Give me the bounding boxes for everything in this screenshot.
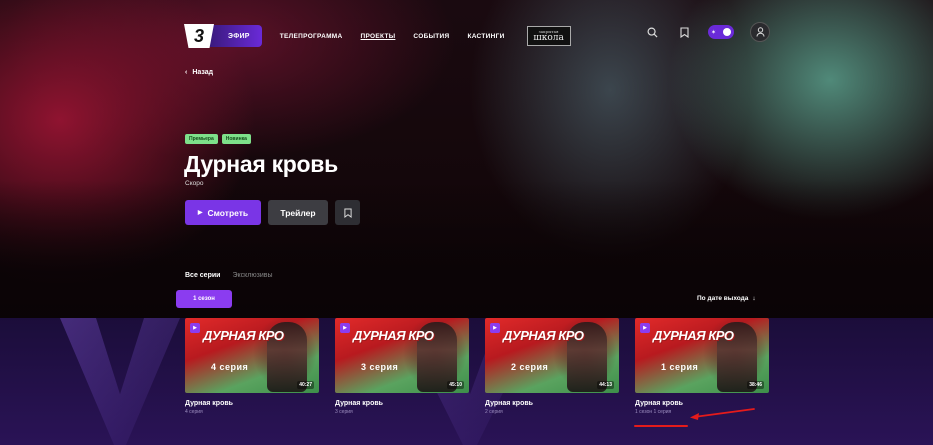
season-selector[interactable]: 1 сезон bbox=[176, 290, 232, 308]
episode-label: 3 серия bbox=[361, 362, 399, 372]
episode-label: 4 серия bbox=[211, 362, 249, 372]
episode-list: ▶ ДУРНАЯ КРО 4 серия 40:27 Дурная кровь … bbox=[185, 318, 769, 415]
episode-label: 2 серия bbox=[511, 362, 549, 372]
episode-title[interactable]: Дурная кровь bbox=[335, 400, 469, 407]
episode-card[interactable]: ▶ ДУРНАЯ КРО 4 серия 40:27 Дурная кровь … bbox=[185, 318, 319, 415]
episode-title[interactable]: Дурная кровь bbox=[185, 400, 319, 407]
show-logo: ДУРНАЯ КРО bbox=[353, 328, 434, 343]
bookmark-icon bbox=[343, 208, 352, 218]
episode-thumbnail[interactable]: ▶ ДУРНАЯ КРО 1 серия 38:46 bbox=[635, 318, 769, 393]
play-icon: ▶ bbox=[490, 323, 500, 333]
episode-thumbnail[interactable]: ▶ ДУРНАЯ КРО 3 серия 45:10 bbox=[335, 318, 469, 393]
annotation-arrow-icon bbox=[690, 408, 755, 420]
bookmark-icon[interactable] bbox=[674, 22, 694, 42]
episode-thumbnail[interactable]: ▶ ДУРНАЯ КРО 2 серия 44:13 bbox=[485, 318, 619, 393]
tab-exclusives[interactable]: Эксклюзивы bbox=[232, 272, 272, 279]
episode-label: 1 серия bbox=[661, 362, 699, 372]
play-icon: ▶ bbox=[197, 210, 203, 216]
play-icon: ▶ bbox=[340, 323, 350, 333]
watch-button[interactable]: ▶ Смотреть bbox=[185, 200, 261, 225]
episode-tabs: Все серии Эксклюзивы bbox=[185, 272, 273, 279]
nav-item-tv-guide[interactable]: ТЕЛЕПРОГРАММА bbox=[280, 33, 343, 40]
hero-actions: ▶ Смотреть Трейлер bbox=[185, 200, 360, 225]
episode-subtitle: 3 серия bbox=[335, 409, 353, 415]
nav-item-castings[interactable]: КАСТИНГИ bbox=[467, 33, 504, 40]
duration-badge: 44:13 bbox=[597, 381, 614, 389]
chevron-left-icon: ‹ bbox=[185, 69, 188, 76]
tag-list: Премьера Новинка bbox=[185, 134, 251, 144]
episode-card[interactable]: ▶ ДУРНАЯ КРО 2 серия 44:13 Дурная кровь … bbox=[485, 318, 619, 415]
profile-icon[interactable] bbox=[750, 22, 770, 42]
sort-dropdown[interactable]: По дате выхода ↓ bbox=[697, 295, 756, 302]
search-icon[interactable] bbox=[642, 22, 662, 42]
duration-badge: 45:10 bbox=[447, 381, 464, 389]
annotation-underline bbox=[634, 425, 688, 427]
episode-thumbnail[interactable]: ▶ ДУРНАЯ КРО 4 серия 40:27 bbox=[185, 318, 319, 393]
duration-badge: 40:27 bbox=[297, 381, 314, 389]
show-logo: ДУРНАЯ КРО bbox=[653, 328, 734, 343]
tab-all-episodes[interactable]: Все серии bbox=[185, 272, 220, 279]
tag-new: Новинка bbox=[221, 134, 251, 144]
show-logo: ДУРНАЯ КРО bbox=[203, 328, 284, 343]
episode-subtitle: 4 серия bbox=[185, 409, 203, 415]
promo-logo-school[interactable]: закрытая школа bbox=[526, 26, 571, 46]
play-icon: ▶ bbox=[190, 323, 200, 333]
nav-item-projects[interactable]: ПРОЕКТЫ bbox=[361, 33, 396, 40]
trailer-button[interactable]: Трейлер bbox=[268, 200, 328, 225]
arrow-down-icon: ↓ bbox=[752, 295, 756, 302]
episode-subtitle: 2 серия bbox=[485, 409, 503, 415]
theme-toggle-icon[interactable]: ✶ bbox=[708, 25, 734, 39]
header-actions: ✶ bbox=[642, 22, 770, 42]
back-link[interactable]: ‹ Назад bbox=[185, 69, 213, 76]
play-icon: ▶ bbox=[640, 323, 650, 333]
episode-card[interactable]: ▶ ДУРНАЯ КРО 1 серия 38:46 Дурная кровь … bbox=[635, 318, 769, 415]
tag-premiere: Премьера bbox=[185, 134, 218, 144]
show-logo: ДУРНАЯ КРО bbox=[503, 328, 584, 343]
main-nav: ТЕЛЕПРОГРАММА ПРОЕКТЫ СОБЫТИЯ КАСТИНГИ bbox=[280, 33, 505, 40]
episode-card[interactable]: ▶ ДУРНАЯ КРО 3 серия 45:10 Дурная кровь … bbox=[335, 318, 469, 415]
channel-logo[interactable]: 3 bbox=[180, 23, 218, 49]
episode-title[interactable]: Дурная кровь bbox=[635, 400, 769, 407]
nav-item-events[interactable]: СОБЫТИЯ bbox=[413, 33, 449, 40]
bookmark-button[interactable] bbox=[335, 200, 360, 225]
page: 3 ЭФИР ТЕЛЕПРОГРАММА ПРОЕКТЫ СОБЫТИЯ КАС… bbox=[0, 0, 933, 445]
show-title: Дурная кровь bbox=[184, 151, 338, 177]
show-status: Скоро bbox=[185, 180, 204, 187]
duration-badge: 38:46 bbox=[747, 381, 764, 389]
episode-title[interactable]: Дурная кровь bbox=[485, 400, 619, 407]
